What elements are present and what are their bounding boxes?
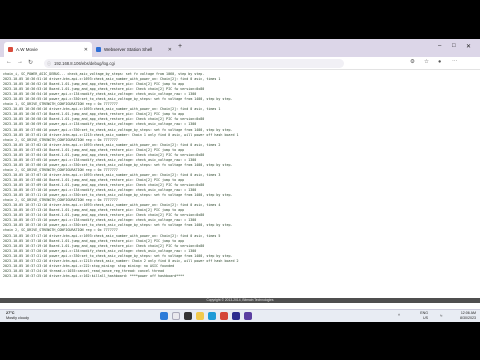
taskbar: 27°C Mostly cloudy ^ ENG US ≈ 12:06 AM 8…	[0, 309, 480, 322]
task-view-icon[interactable]	[184, 312, 192, 320]
tab-webserver[interactable]: Webserver Station Shell ✕	[92, 42, 176, 57]
lang: ENG	[420, 311, 428, 315]
weather-widget[interactable]: 27°C Mostly cloudy	[6, 311, 29, 320]
url-field[interactable]: ⓘ 192.168.8.106/ebs/debug/log.cgi	[44, 59, 344, 68]
reload-icon[interactable]: ↻	[28, 59, 33, 66]
date: 8/30/2023	[460, 315, 476, 320]
language-indicator[interactable]: ENG US	[420, 311, 428, 320]
tab-label: A.W Movie	[16, 47, 38, 52]
site-info-icon[interactable]: ⓘ	[47, 59, 51, 68]
wifi-icon[interactable]: ≈	[440, 313, 442, 318]
kernel-log: chain_i, SC_POWER_ASIC_DEBUG... check_as…	[3, 72, 443, 298]
tab-label: Webserver Station Shell	[104, 47, 153, 52]
close-window-icon[interactable]: ✕	[466, 43, 471, 50]
app-icon[interactable]	[232, 312, 240, 320]
app-icon[interactable]	[244, 312, 252, 320]
tray-chevron-icon[interactable]: ^	[398, 313, 400, 318]
region: US	[423, 315, 428, 320]
web-favicon-icon	[96, 47, 101, 52]
close-tab-icon[interactable]: ✕	[168, 47, 172, 53]
time: 12:06 AM	[460, 311, 476, 315]
menu-icon[interactable]: ⋯	[452, 59, 458, 65]
screen: A.W Movie ✕ Webserver Station Shell ✕ + …	[0, 39, 480, 322]
movie-favicon-icon	[8, 47, 13, 52]
browser-tab-bar: A.W Movie ✕ Webserver Station Shell ✕ + …	[0, 39, 480, 57]
address-bar: ← → ↻ ⓘ 192.168.8.106/ebs/debug/log.cgi …	[0, 57, 480, 70]
windows-start-icon[interactable]	[160, 312, 168, 320]
page-footer: Copyright © 2013-2014, Bitmain Technolog…	[0, 298, 480, 303]
app-icon[interactable]	[220, 312, 228, 320]
weather-desc: Mostly cloudy	[6, 315, 30, 320]
search-icon[interactable]	[172, 312, 180, 320]
tab-aw-movie[interactable]: A.W Movie ✕	[4, 42, 92, 57]
forward-icon[interactable]: →	[17, 59, 23, 65]
log-line: 2023-10-05 16:37:25:16 driver-btm-api.c:…	[3, 273, 185, 278]
back-icon[interactable]: ←	[6, 59, 12, 65]
file-explorer-icon[interactable]	[196, 312, 204, 320]
profile-icon[interactable]: ●	[438, 59, 441, 65]
close-tab-icon[interactable]: ✕	[84, 47, 88, 53]
taskbar-apps	[160, 312, 252, 320]
new-tab-button[interactable]: +	[178, 43, 182, 50]
maximize-icon[interactable]: □	[452, 43, 456, 49]
edge-browser-icon[interactable]	[208, 312, 216, 320]
extensions-icon[interactable]: ⚙	[410, 59, 415, 65]
minimize-icon[interactable]: –	[438, 43, 441, 49]
favorites-icon[interactable]: ☆	[424, 59, 429, 65]
url-text: 192.168.8.106/ebs/debug/log.cgi	[54, 61, 115, 66]
clock[interactable]: 12:06 AM 8/30/2023	[460, 311, 476, 320]
